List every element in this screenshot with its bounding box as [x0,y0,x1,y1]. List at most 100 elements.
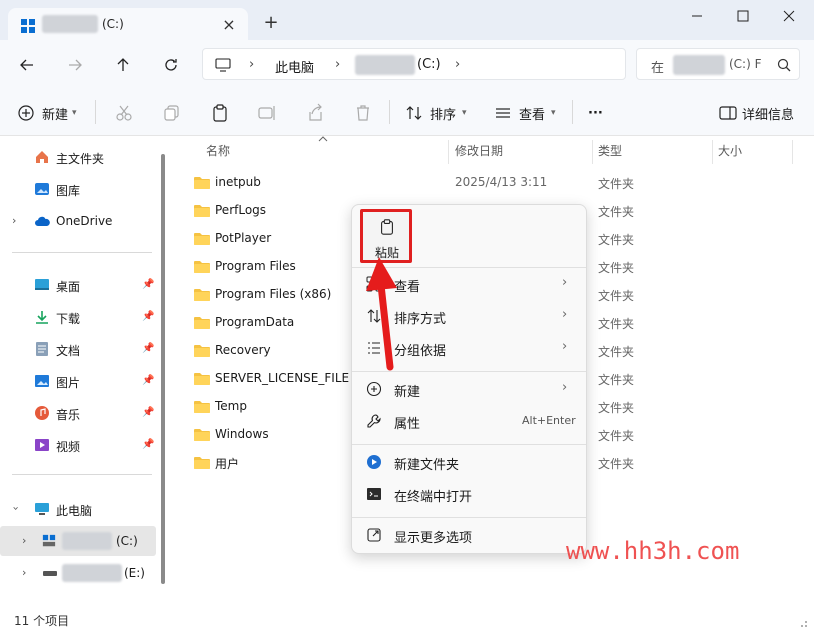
chevron-right-icon[interactable]: › [12,214,16,227]
sidebar-item-desktop[interactable]: 桌面 📌 [0,270,156,300]
sidebar-item-videos[interactable]: 视频 📌 [0,430,156,460]
redacted-name [355,55,415,75]
desktop-icon [35,279,49,290]
share-icon[interactable] [305,103,325,123]
sidebar-item-label: 文档 [56,344,81,358]
file-type: 文件夹 [598,233,635,247]
close-button[interactable] [766,0,812,32]
new-tab-button[interactable]: + [260,12,282,34]
back-button[interactable] [14,52,40,78]
breadcrumb-this-pc[interactable]: 此电脑 [275,57,314,76]
menu-item-label: 在终端中打开 [394,490,473,505]
maximize-button[interactable] [720,0,766,32]
download-icon [36,311,48,324]
pin-icon[interactable]: 📌 [142,439,154,450]
sidebar-item-drive-c[interactable]: › (C:) [0,526,156,556]
sidebar-item-documents[interactable]: 文档 📌 [0,334,156,364]
new-button[interactable]: 新建 ▾ [42,102,77,124]
search-placeholder-prefix: 在 [651,61,665,76]
view-button[interactable]: 查看 ▾ [519,102,556,124]
new-folder-icon [367,455,381,469]
pin-icon[interactable]: 📌 [142,279,154,290]
refresh-button[interactable] [158,52,184,78]
view-icon [496,108,510,118]
folder-icon [194,289,210,301]
annotation-arrow-icon [366,257,397,371]
chevron-right-icon[interactable]: › [22,566,26,579]
address-bar[interactable]: › 此电脑 › (C:) › [202,48,626,80]
folder-icon [194,317,210,329]
sidebar-divider [12,474,152,475]
view-button-label: 查看 [519,107,546,123]
tab-drive-c[interactable]: (C:) × [8,8,248,44]
tab-close-button[interactable]: × [218,14,240,36]
navigation-bar: › 此电脑 › (C:) › 在 (C:) F [0,40,814,88]
file-name: PotPlayer [215,231,272,245]
rename-icon[interactable] [257,103,277,123]
column-divider[interactable] [592,140,593,164]
column-header-date[interactable]: 修改日期 [455,142,503,159]
menu-item-new-folder[interactable]: 新建文件夹 [356,447,584,477]
details-button[interactable]: 详细信息 [742,102,794,124]
forward-button[interactable] [62,52,88,78]
sidebar-item-drive-e[interactable]: › (E:) [0,558,156,588]
chevron-right-icon: › [562,307,568,322]
pin-icon[interactable]: 📌 [142,375,154,386]
pin-icon[interactable]: 📌 [142,407,154,418]
monitor-icon [215,58,231,72]
minimize-button[interactable] [674,0,720,32]
file-type: 文件夹 [598,177,635,191]
command-bar: 新建 ▾ 排序 ▾ 查看 ▾ ··· 详细信息 [0,88,814,136]
redacted-name [673,55,725,75]
copy-icon[interactable] [162,103,182,123]
title-bar: (C:) × + [0,0,814,44]
search-icon [777,58,791,72]
more-options-button[interactable]: ··· [588,102,603,124]
chevron-down-icon[interactable]: › [10,506,23,510]
open-external-icon [367,528,381,542]
sidebar-item-home[interactable]: 主文件夹 [0,142,156,172]
column-header-name[interactable]: 名称 [206,142,230,159]
sidebar-item-onedrive[interactable]: › OneDrive [0,206,156,236]
file-name: PerfLogs [215,203,267,217]
file-name: Recovery [215,343,271,357]
pin-icon[interactable]: 📌 [142,311,154,322]
column-header-type[interactable]: 类型 [598,142,622,159]
up-button[interactable] [110,52,136,78]
sort-button[interactable]: 排序 ▾ [430,102,467,124]
chevron-down-icon: ▾ [462,108,467,118]
sidebar-item-label: 图片 [56,376,81,390]
column-divider[interactable] [712,140,713,164]
sidebar-divider [12,252,152,253]
chevron-right-icon[interactable]: › [22,534,26,547]
wrench-icon [367,414,381,428]
sidebar-item-label: (E:) [124,566,145,580]
column-divider[interactable] [448,140,449,164]
resize-grip-icon[interactable] [790,610,810,630]
breadcrumb-drive[interactable]: (C:) [417,57,441,72]
cut-icon[interactable] [114,103,134,123]
menu-item-properties[interactable]: 属性 Alt+Enter [356,406,584,436]
sidebar-scrollbar[interactable] [161,154,165,584]
file-date: 2025/4/13 3:11 [455,175,548,189]
new-button-label: 新建 [42,107,69,123]
sidebar-item-gallery[interactable]: 图库 [0,174,156,204]
sidebar-item-music[interactable]: 音乐 📌 [0,398,156,428]
file-type: 文件夹 [598,373,635,387]
column-header-size[interactable]: 大小 [718,142,742,159]
menu-item-show-more[interactable]: 显示更多选项 [356,520,584,550]
menu-item-new[interactable]: 新建 › [356,374,584,404]
pin-icon[interactable]: 📌 [142,343,154,354]
arrow-right-icon [69,59,82,71]
search-input[interactable]: 在 (C:) F [636,48,800,80]
column-divider[interactable] [792,140,793,164]
sidebar-item-this-pc[interactable]: › 此电脑 [0,494,156,524]
arrow-left-icon [20,59,33,71]
paste-icon[interactable] [210,103,230,123]
menu-item-open-terminal[interactable]: 在终端中打开 [356,479,584,509]
details-pane-icon [719,106,737,120]
table-row[interactable]: inetpub 2025/4/13 3:11 文件夹 [192,168,792,196]
sidebar-item-pictures[interactable]: 图片 📌 [0,366,156,396]
sidebar-item-downloads[interactable]: 下载 📌 [0,302,156,332]
delete-icon[interactable] [353,103,373,123]
